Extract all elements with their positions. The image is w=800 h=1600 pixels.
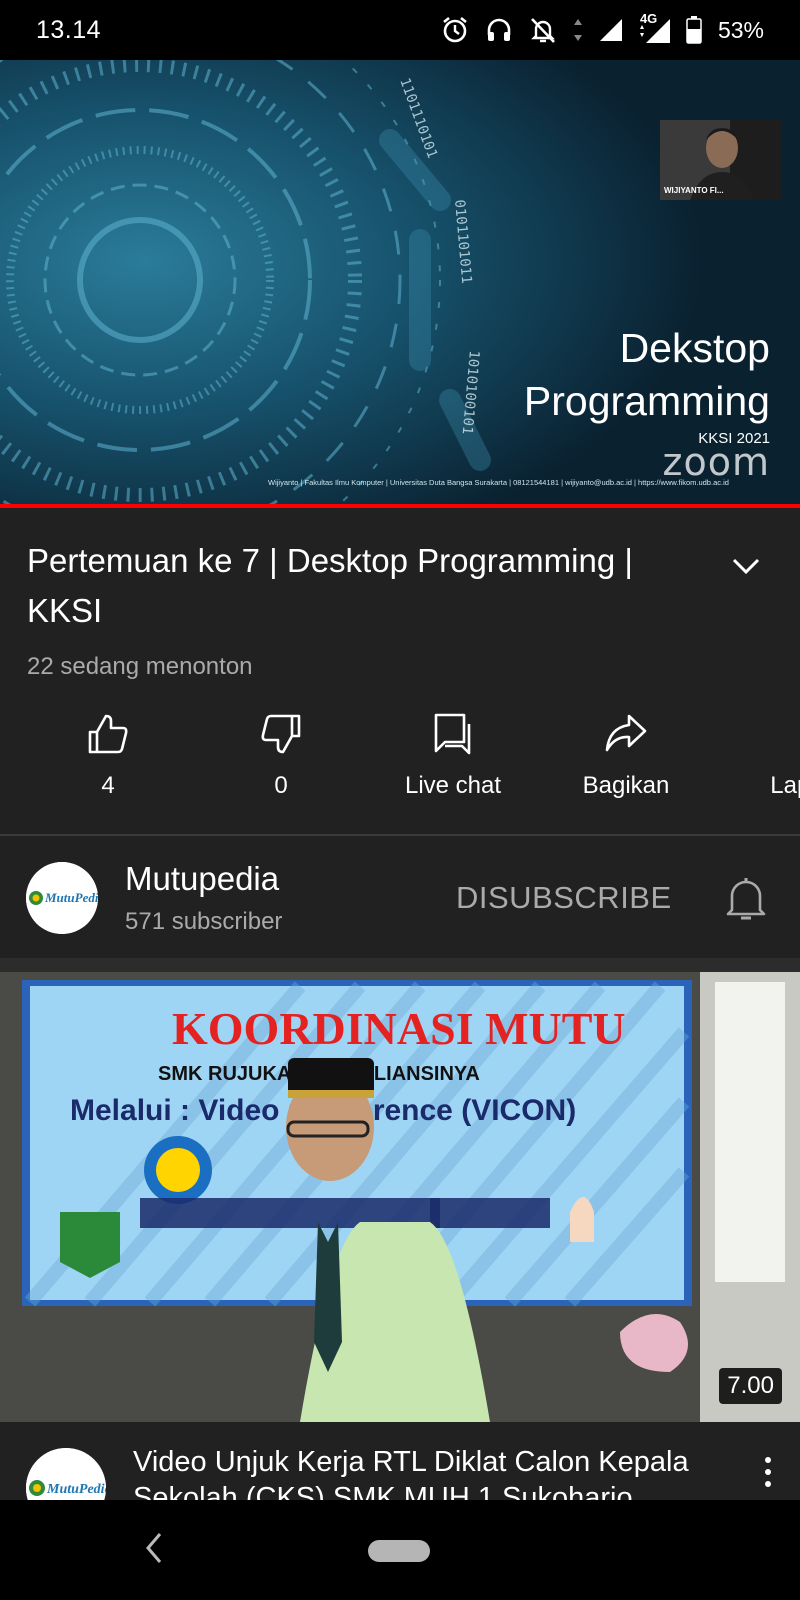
webcam-name: WIJIYANTO FI... bbox=[664, 186, 724, 195]
system-nav-bar bbox=[0, 1500, 800, 1600]
home-pill[interactable] bbox=[368, 1540, 430, 1562]
duration-badge: 7.00 bbox=[719, 1368, 782, 1404]
report-button[interactable]: Lapo bbox=[722, 708, 800, 800]
live-chat-button[interactable]: Live chat bbox=[378, 708, 528, 800]
dislike-count: 0 bbox=[274, 772, 288, 799]
subscriber-count: 571 subscriber bbox=[125, 908, 283, 935]
recommended-channel-avatar[interactable]: MutuPedia bbox=[26, 1448, 106, 1500]
slide-title: Dekstop Programming bbox=[524, 322, 770, 428]
avatar-lettering: MutuPedia bbox=[44, 890, 98, 905]
status-time: 13.14 bbox=[36, 15, 102, 44]
slide-footer: Wijiyanto | Fakultas Ilmu Komputer | Uni… bbox=[268, 478, 729, 487]
unsubscribe-button[interactable]: DISUBSCRIBE bbox=[456, 880, 672, 916]
recommended-thumbnail[interactable]: KOORDINASI MUTU SMK RUJUKAN DAN ALIANSIN… bbox=[0, 972, 800, 1422]
data-arrows-icon bbox=[573, 19, 582, 41]
video-player[interactable]: 1101110101 0101101011 1010100101 WIJIYAN… bbox=[0, 60, 800, 506]
channel-avatar[interactable]: MutuPedia bbox=[26, 862, 98, 934]
slide-title-line1: Dekstop bbox=[619, 325, 770, 371]
battery-percent: 53% bbox=[717, 16, 764, 43]
channel-name[interactable]: Mutupedia bbox=[125, 860, 279, 898]
status-icons: 4G 53% bbox=[440, 11, 764, 45]
progress-bar[interactable] bbox=[0, 504, 800, 508]
live-chat-icon bbox=[434, 713, 471, 755]
more-vert-icon[interactable] bbox=[756, 1452, 780, 1492]
share-button[interactable]: Bagikan bbox=[551, 708, 701, 800]
slide-title-line2: Programming bbox=[523, 378, 770, 424]
notifications-off-icon bbox=[531, 18, 555, 43]
mutupedia-logo: MutuPedia bbox=[26, 862, 98, 934]
recommended-item[interactable]: MutuPedia Video Unjuk Kerja RTL Diklat C… bbox=[0, 1422, 800, 1500]
bell-icon[interactable] bbox=[724, 874, 768, 924]
channel-row: MutuPedia Mutupedia 571 subscriber DISUB… bbox=[0, 836, 800, 958]
thumb-up-icon bbox=[88, 714, 128, 754]
share-label: Bagikan bbox=[582, 772, 670, 799]
rec-avatar-lettering: MutuPedia bbox=[46, 1482, 106, 1497]
speaker-webcam: WIJIYANTO FI... bbox=[660, 120, 782, 200]
report-label: Lapo bbox=[770, 772, 800, 799]
dislike-button[interactable]: 0 bbox=[206, 708, 356, 800]
like-count: 4 bbox=[101, 772, 115, 799]
live-chat-label: Live chat bbox=[404, 772, 502, 799]
signal-icon bbox=[599, 19, 622, 41]
action-bar: 4 0 Live chat Bagikan Lapo bbox=[0, 708, 800, 818]
cell-signal-icon bbox=[639, 19, 670, 43]
report-flag-icon bbox=[775, 712, 800, 756]
mutupedia-logo-small: MutuPedia bbox=[26, 1448, 106, 1500]
network-indicator: 4G bbox=[638, 11, 672, 45]
headphones-icon bbox=[487, 18, 511, 41]
section-separator bbox=[0, 958, 800, 972]
thumbnail-image: KOORDINASI MUTU SMK RUJUKAN DAN ALIANSIN… bbox=[0, 972, 800, 1422]
thumb-down-icon bbox=[261, 714, 301, 754]
share-icon bbox=[605, 714, 647, 752]
thumb-banner-title: KOORDINASI MUTU bbox=[172, 1003, 626, 1054]
status-bar: 13.14 4G 53% bbox=[0, 0, 800, 60]
chevron-down-icon[interactable] bbox=[726, 546, 766, 586]
recommended-title[interactable]: Video Unjuk Kerja RTL Diklat Calon Kepal… bbox=[133, 1444, 733, 1500]
alarm-icon bbox=[443, 16, 467, 43]
like-button[interactable]: 4 bbox=[33, 708, 183, 800]
video-title[interactable]: Pertemuan ke 7 | Desktop Programming | K… bbox=[27, 536, 707, 636]
youtube-watch-screen: 13.14 4G 53% 1101110101 0101101011 10101… bbox=[0, 0, 800, 1600]
battery-icon bbox=[686, 16, 702, 44]
viewer-count: 22 sedang menonton bbox=[27, 653, 253, 680]
back-icon[interactable] bbox=[144, 1530, 164, 1566]
